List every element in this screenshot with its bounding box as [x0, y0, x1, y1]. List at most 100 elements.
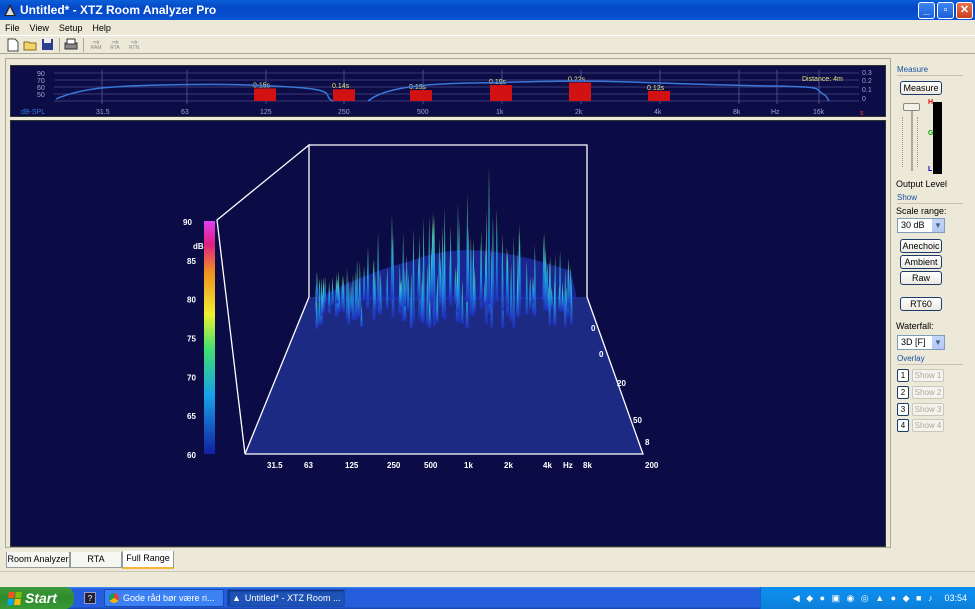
- ram-label: RAM: [90, 44, 102, 51]
- group-divider: [897, 75, 963, 76]
- scale-range-label: Scale range:: [896, 206, 947, 216]
- taskbar-item-browser[interactable]: Gode råd bør være ri...: [104, 589, 224, 607]
- new-file-icon[interactable]: [5, 37, 21, 53]
- start-button[interactable]: Start: [0, 587, 74, 609]
- freq-label: 1k: [496, 109, 504, 116]
- ram-arrow-icon[interactable]: ⇒ RAM: [87, 37, 105, 53]
- taskbar-item-label: Gode råd bør være ri...: [123, 593, 215, 603]
- color-scale-tick: 65: [187, 412, 196, 421]
- system-tray: ◀ ◆ ● ▣ ◉ ◎ ▲ ● ◆ ■ ♪ 03:54: [760, 587, 975, 609]
- app-icon: [3, 3, 17, 17]
- rta-arrow-icon[interactable]: ⇒ RTA: [106, 37, 124, 53]
- tray-icons: ◀ ◆ ● ▣ ◉ ◎ ▲ ● ◆ ■ ♪: [792, 592, 935, 603]
- rt60-bar: [410, 90, 432, 101]
- chevron-down-icon[interactable]: ▼: [931, 219, 944, 232]
- rta-label: RTA: [110, 44, 120, 51]
- taskbar-item-xtz[interactable]: ▲ Untitled* - XTZ Room ...: [227, 589, 345, 607]
- waterfall-select[interactable]: 3D [F] ▼: [897, 335, 945, 350]
- rt60-bar: [490, 85, 512, 101]
- rt60-bar: [648, 90, 670, 101]
- restore-button[interactable]: ▫: [937, 1, 954, 19]
- overlay-4-number[interactable]: 4: [897, 419, 909, 432]
- freq-label: 4k: [654, 109, 662, 116]
- rt60-graph: 90 70 60 50 0.3 0.2 0.1 0 0.15s 0.14s 0.13…: [10, 65, 886, 117]
- tab-rta[interactable]: RTA: [70, 552, 122, 568]
- waterfall-z-tick: 0: [591, 324, 596, 333]
- waterfall-spike: [487, 166, 491, 305]
- overlay-4-show-button[interactable]: Show 4: [912, 419, 944, 432]
- view-tabs: Room Analyzer RTA Full Range: [6, 551, 886, 569]
- waterfall-z-tick: 20: [617, 379, 626, 388]
- scale-range-select[interactable]: 30 dB ▼: [897, 218, 945, 233]
- tab-room-analyzer[interactable]: Room Analyzer: [6, 552, 70, 568]
- waterfall-x-tick: 2k: [504, 461, 513, 470]
- anechoic-button[interactable]: Anechoic: [900, 239, 942, 253]
- color-scale-bar: [204, 221, 215, 454]
- meter-high-label: H: [928, 99, 934, 106]
- waterfall-plot: 90 85 80 75 70 65 60 dB 31.5 63 125 250 500 1k 2k 4k H…: [10, 120, 886, 547]
- overlay-2-show-button[interactable]: Show 2: [912, 386, 944, 399]
- freq-label: 2k: [575, 109, 583, 116]
- print-icon[interactable]: [63, 37, 79, 53]
- overlay-3-number[interactable]: 3: [897, 403, 909, 416]
- open-folder-icon[interactable]: [22, 37, 38, 53]
- db-tick-60: 60: [37, 85, 45, 92]
- right-control-panel: Measure Measure H G L Output Level Show …: [893, 60, 971, 550]
- rt-tick-0.3: 0.3: [862, 70, 872, 77]
- title-bar: Untitled* - XTZ Room Analyzer Pro _ ▫ ✕: [0, 0, 975, 20]
- scale-range-value: 30 dB: [901, 220, 925, 230]
- rt-tick-0.1: 0.1: [862, 87, 872, 94]
- waterfall-x-tick: 500: [424, 461, 438, 470]
- freq-label: 250: [338, 109, 350, 116]
- menu-help[interactable]: Help: [87, 23, 116, 33]
- db-tick-90: 90: [37, 71, 45, 78]
- waterfall-x-tick: 31.5: [267, 461, 283, 470]
- freq-label: 63: [181, 109, 189, 116]
- output-level-slider[interactable]: [900, 103, 924, 173]
- overlay-1-number[interactable]: 1: [897, 369, 909, 382]
- freq-label: 8k: [733, 109, 741, 116]
- show-group-label: Show: [897, 193, 918, 202]
- waterfall-x-tick: 1k: [464, 461, 473, 470]
- overlay-2-number[interactable]: 2: [897, 386, 909, 399]
- color-scale-tick: 90: [183, 218, 192, 227]
- color-scale-tick: 85: [187, 257, 196, 266]
- menu-file[interactable]: File: [0, 23, 25, 33]
- group-divider: [897, 364, 963, 365]
- overlay-group-label: Overlay: [897, 354, 925, 363]
- measure-group-label: Measure: [897, 65, 929, 74]
- menu-view[interactable]: View: [25, 23, 54, 33]
- rtn-arrow-icon[interactable]: ⇒ RTN: [125, 37, 143, 53]
- minimize-button[interactable]: _: [918, 1, 935, 19]
- output-level-label: Output Level: [896, 179, 948, 189]
- db-tick-50: 50: [37, 92, 45, 99]
- freq-label: Hz: [771, 109, 780, 116]
- group-divider: [897, 203, 963, 204]
- measure-button[interactable]: Measure: [900, 81, 942, 95]
- ambient-button[interactable]: Ambient: [900, 255, 942, 269]
- waterfall-z-tick: 0: [599, 350, 604, 359]
- distance-label: Distance: 4m: [802, 76, 843, 83]
- waterfall-z-tick: 50: [633, 416, 642, 425]
- waterfall-x-tick: 125: [345, 461, 359, 470]
- rt60-data-label: 0.14s: [332, 83, 350, 90]
- waterfall-value: 3D [F]: [901, 337, 926, 347]
- raw-button[interactable]: Raw: [900, 271, 942, 285]
- rt60-button[interactable]: RT60: [900, 297, 942, 311]
- overlay-3-show-button[interactable]: Show 3: [912, 403, 944, 416]
- menu-bar: File View Setup Help: [0, 20, 975, 35]
- tab-full-range[interactable]: Full Range: [122, 551, 174, 569]
- close-button[interactable]: ✕: [956, 1, 973, 19]
- app-icon: ▲: [232, 593, 241, 603]
- window-title: Untitled* - XTZ Room Analyzer Pro: [20, 3, 217, 17]
- color-scale-tick: 60: [187, 451, 196, 460]
- chevron-down-icon[interactable]: ▼: [931, 336, 944, 349]
- rt60-bar: [333, 89, 355, 101]
- waterfall-x-tick: 4k: [543, 461, 552, 470]
- overlay-1-show-button[interactable]: Show 1: [912, 369, 944, 382]
- taskbar: Start ? Gode råd bør være ri... ▲ Untitl…: [0, 587, 975, 609]
- help-quicklaunch-icon[interactable]: ?: [84, 592, 96, 604]
- menu-setup[interactable]: Setup: [54, 23, 88, 33]
- rt-tick-0: 0: [862, 96, 866, 103]
- save-icon[interactable]: [39, 37, 55, 53]
